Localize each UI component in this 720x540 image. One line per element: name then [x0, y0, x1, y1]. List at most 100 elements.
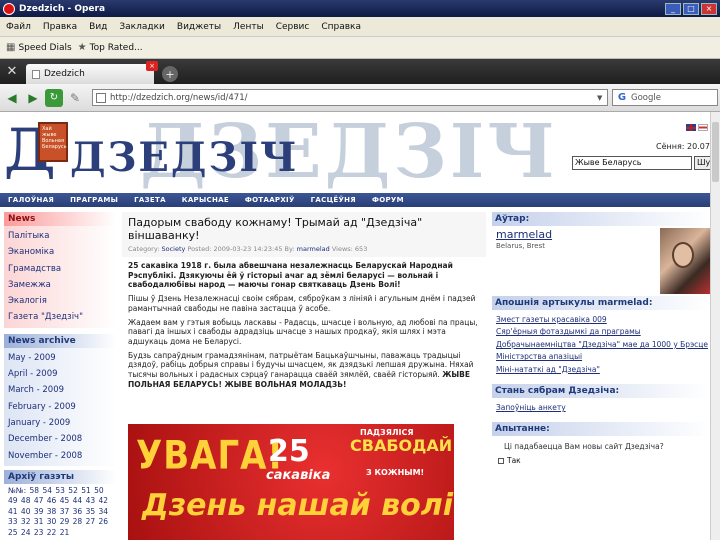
reload-icon[interactable]: ↻ — [45, 88, 63, 107]
google-icon: G — [617, 91, 627, 103]
nav-guestbook[interactable]: ГАСЦЁЎНЯ — [303, 196, 364, 204]
news-item-economy[interactable]: Эканоміка — [8, 244, 116, 260]
latest-article-link[interactable]: Міністэрства апазіцыі — [496, 351, 710, 363]
menu-feeds[interactable]: Ленты — [227, 22, 270, 32]
nav-forum[interactable]: ФОРУМ — [364, 196, 412, 204]
holiday-banner-image[interactable]: УВАГА! 25 сакавіка ПАДЗЯЛІСЯ СВАБОДАЙ З … — [128, 424, 454, 540]
main-navigation: ГАЛОЎНАЯ ПРАГРАМЫ ГАЗЕТА КАРЫСНАЕ ФОТААР… — [0, 193, 710, 207]
news-item-abroad[interactable]: Замежжа — [8, 277, 116, 293]
nav-useful[interactable]: КАРЫСНАЕ — [174, 196, 237, 204]
chevron-down-icon[interactable]: ▼ — [597, 94, 607, 102]
article-title: Падорым свабоду кожнаму! Трымай ад "Дзед… — [122, 212, 486, 242]
archive-item[interactable]: May - 2009 — [8, 350, 116, 366]
author-avatar — [660, 228, 710, 294]
news-categories: Палітыка Эканоміка Грамадства Замежжа Эк… — [4, 226, 116, 328]
maximize-button[interactable]: □ — [683, 2, 699, 15]
poll-heading: Апытанне: — [492, 422, 710, 437]
latest-articles-heading: Апошнія артыкулы marmelad: — [492, 296, 710, 310]
opera-icon — [3, 2, 15, 15]
site-search-input[interactable]: Жыве Беларусь — [572, 156, 692, 170]
new-tab-button[interactable]: + — [162, 66, 178, 82]
web-page: ДЗЕДЗІЧ Д Хай жыве Вольная Беларусь ДЗЕД… — [0, 112, 710, 540]
fill-form-link[interactable]: Запоўніць анкету — [496, 402, 710, 414]
menu-bar: Файл Правка Вид Закладки Виджеты Ленты С… — [0, 17, 720, 37]
address-url: http://dzedzich.org/news/id/471/ — [110, 92, 248, 103]
site-logo[interactable]: ДЗЕДЗІЧ — [70, 134, 299, 181]
bookmark-speed-dials[interactable]: ▦ Speed Dials — [6, 42, 72, 53]
belarus-flag-icon[interactable] — [698, 124, 708, 131]
menu-view[interactable]: Вид — [83, 22, 113, 32]
author-location: Belarus, Brest — [496, 242, 545, 250]
poll-option[interactable]: Так — [492, 451, 710, 465]
close-tab-icon[interactable]: × — [146, 61, 158, 71]
menu-help[interactable]: Справка — [315, 22, 367, 32]
back-arrow-icon[interactable]: ◀ — [3, 89, 21, 107]
forward-arrow-icon[interactable]: ▶ — [24, 89, 42, 107]
face-icon — [672, 242, 694, 268]
wrench-icon[interactable]: ✕ — [0, 59, 24, 84]
address-bar[interactable]: http://dzedzich.org/news/id/471/ ▼ — [92, 89, 608, 106]
search-field[interactable]: G Google — [612, 89, 718, 106]
bookmark-top-rated[interactable]: ★ Top Rated... — [78, 42, 143, 53]
archive-item[interactable]: February - 2009 — [8, 399, 116, 415]
archive-item[interactable]: March - 2009 — [8, 382, 116, 398]
poll-question: Ці падабаецца Вам новы сайт Дзедзіча? — [504, 442, 664, 452]
news-item-ecology[interactable]: Экалогія — [8, 293, 116, 309]
vertical-scrollbar[interactable] — [710, 112, 720, 540]
news-archive-heading: News archive — [4, 333, 116, 348]
news-item-society[interactable]: Грамадства — [8, 261, 116, 277]
latest-article-link[interactable]: Змест газеты красавіка 009 — [496, 314, 710, 326]
archive-item[interactable]: April - 2009 — [8, 366, 116, 382]
close-window-button[interactable]: × — [701, 2, 717, 15]
menu-edit[interactable]: Правка — [37, 22, 83, 32]
tab-label: Dzedzich — [44, 69, 85, 79]
english-flag-icon[interactable] — [686, 124, 696, 131]
article-paragraph: Жадаем вам у гэтыя вобыць ласкавы - Рада… — [128, 317, 478, 346]
article: Падорым свабоду кожнаму! Трымай ад "Дзед… — [122, 212, 486, 540]
nav-newspaper[interactable]: ГАЗЕТА — [126, 196, 174, 204]
window-titlebar: Dzedzich - Opera _ □ × — [0, 0, 720, 17]
latest-article-link[interactable]: Сяр'ёрныя фотаздымкі да праграмы — [496, 326, 710, 338]
nav-photo-archive[interactable]: ФОТААРХІЎ — [237, 196, 303, 204]
gazette-archive-heading: Архіў газэты — [4, 469, 116, 484]
friend-section: Запоўніць анкету — [492, 398, 710, 416]
menu-tools[interactable]: Сервис — [270, 22, 316, 32]
archive-item[interactable]: December - 2008 — [8, 431, 116, 447]
category-link[interactable]: Society — [162, 245, 186, 253]
scrollbar-thumb[interactable] — [712, 122, 719, 182]
archive-item[interactable]: November - 2008 — [8, 448, 116, 464]
news-item-newspaper[interactable]: Газета "Дзедзіч" — [8, 309, 116, 325]
tab-bar: ✕ Dzedzich × + — [0, 59, 720, 84]
author-name-link[interactable]: marmelad — [496, 228, 552, 241]
menu-file[interactable]: Файл — [0, 22, 37, 32]
gazette-issue-links[interactable]: №№: 58 54 53 52 51 50 49 48 47 46 45 44 … — [4, 484, 116, 539]
current-date: Сёння: 20.07.20... — [656, 142, 710, 151]
menu-widgets[interactable]: Виджеты — [171, 22, 227, 32]
star-icon: ★ — [77, 42, 87, 53]
news-item-politics[interactable]: Палітыка — [8, 228, 116, 244]
edit-icon[interactable]: ✎ — [66, 89, 84, 107]
tab-dzedzich[interactable]: Dzedzich × — [26, 61, 158, 84]
right-sidebar: Аўтар: marmelad Belarus, Brest Апошнія а… — [492, 212, 710, 465]
nav-home[interactable]: ГАЛОЎНАЯ — [0, 196, 62, 204]
search-placeholder: Google — [631, 92, 661, 103]
navigation-bar: ◀ ▶ ↻ ✎ http://dzedzich.org/news/id/471/… — [0, 84, 720, 112]
latest-article-link[interactable]: Міні-нататкі ад "Дзедзіча" — [496, 364, 710, 376]
page-icon — [32, 69, 40, 79]
site-search-button[interactable]: Шукаць — [694, 156, 710, 170]
latest-articles-list: Змест газеты красавіка 009 Сяр'ёрныя фот… — [492, 310, 710, 378]
author-link[interactable]: marmelad — [297, 245, 330, 253]
nav-programs[interactable]: ПРАГРАМЫ — [62, 196, 126, 204]
menu-bookmarks[interactable]: Закладки — [113, 22, 171, 32]
article-meta: Category: Society Posted: 2009-03-23 14:… — [122, 242, 486, 257]
logo-book-image: Хай жыве Вольная Беларусь — [38, 122, 68, 162]
author-box: marmelad Belarus, Brest — [492, 226, 710, 296]
bookmarks-bar: ▦ Speed Dials ★ Top Rated... — [0, 37, 720, 59]
news-archive-list: May - 2009 April - 2009 March - 2009 Feb… — [4, 347, 116, 466]
archive-item[interactable]: January - 2009 — [8, 415, 116, 431]
speed-dial-icon: ▦ — [6, 42, 16, 53]
minimize-button[interactable]: _ — [665, 2, 681, 15]
radio-button[interactable] — [498, 457, 504, 464]
friend-heading: Стань сябрам Дзедзіча: — [492, 384, 710, 399]
latest-article-link[interactable]: Добрачынаемніцтва "Дзедзіча" мае да 1000… — [496, 339, 710, 351]
